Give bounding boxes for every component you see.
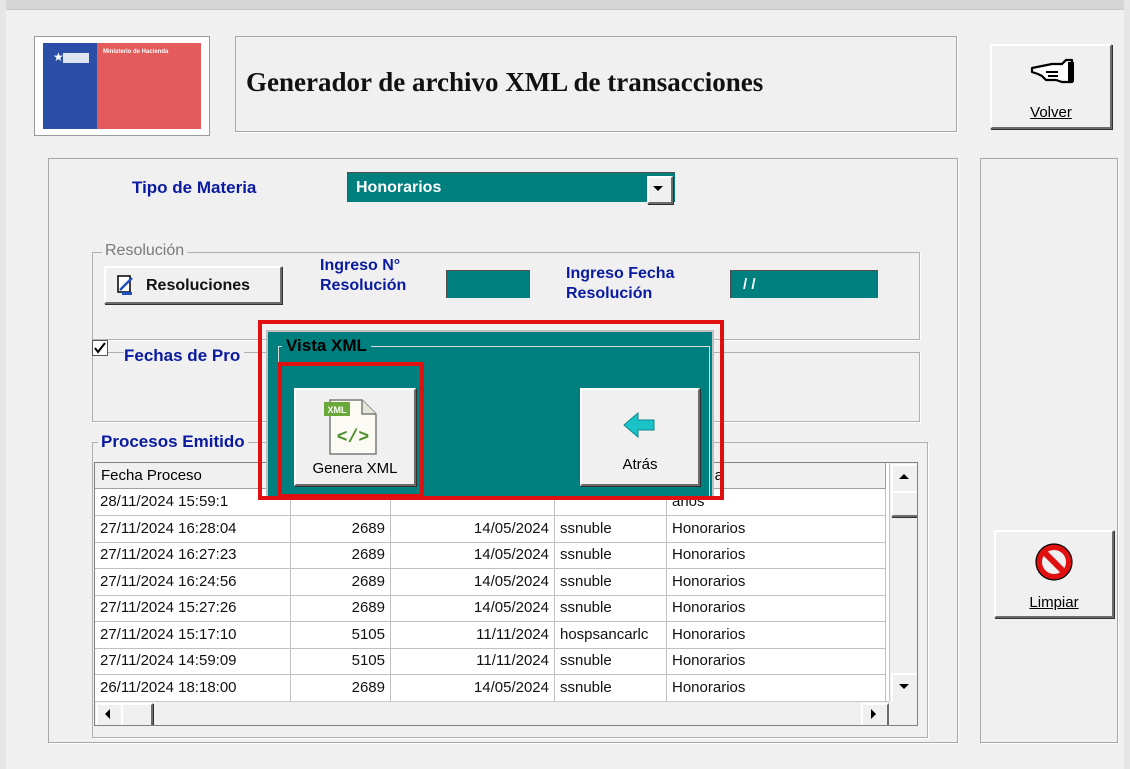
ingreso-numero-label-line1: Ingreso N° (320, 257, 401, 274)
cell-usuario: hospsancarlc (555, 621, 667, 649)
cell-fecha-proceso: 27/11/2024 14:59:09 (95, 648, 291, 675)
tipo-materia-value: Honorarios (356, 179, 442, 196)
cell-fecha-resolucion: 11/11/2024 (391, 648, 555, 675)
side-panel (980, 158, 1118, 743)
procesos-table[interactable]: Fecha Proceso Materia 28/11/2024 15:59:1… (94, 462, 918, 726)
cell-materia: Honorarios (667, 568, 886, 596)
cell-numero: 2689 (291, 568, 391, 596)
arrow-right-small-icon (871, 709, 876, 719)
scroll-down-button[interactable] (891, 673, 917, 703)
scroll-up-button[interactable] (891, 464, 917, 494)
scroll-thumb[interactable] (891, 491, 917, 517)
check-icon (94, 342, 106, 354)
tipo-materia-label: Tipo de Materia (132, 178, 257, 197)
cell-materia: Honorarios (667, 648, 886, 675)
cell-usuario: ssnuble (555, 674, 667, 702)
cell-materia: Honorarios (667, 621, 886, 649)
cell-usuario: ssnuble (555, 595, 667, 622)
highlight-genera-button (278, 362, 424, 498)
logo: ★ Ministerio de Hacienda (43, 43, 201, 129)
ingreso-fecha-label-line1: Ingreso Fecha (566, 265, 675, 282)
ingreso-numero-field[interactable] (446, 270, 530, 298)
cell-usuario: ssnuble (555, 568, 667, 596)
pointing-hand-icon (1028, 54, 1078, 88)
arrow-left-small-icon (105, 709, 110, 719)
scroll-left-button[interactable] (96, 703, 124, 725)
cell-numero: 5105 (291, 621, 391, 649)
cell-fecha-proceso: 27/11/2024 15:27:26 (95, 595, 291, 622)
ingreso-numero-label: Ingreso N° Resolución (320, 256, 406, 296)
cell-fecha-resolucion: 14/05/2024 (391, 515, 555, 543)
horizontal-scrollbar[interactable] (95, 701, 889, 725)
back-button-label: Volver (1030, 104, 1072, 121)
page-title: Generador de archivo XML de transaccione… (246, 67, 764, 97)
resolucion-group-label: Resolución (102, 242, 188, 260)
table-row[interactable]: 27/11/2024 16:24:56 2689 14/05/2024 ssnuble… (95, 568, 886, 596)
ingreso-fecha-field[interactable]: / / (730, 270, 878, 298)
cell-usuario: ssnuble (555, 542, 667, 569)
cell-materia: Honorarios (667, 595, 886, 622)
table-row[interactable]: 26/11/2024 18:18:00 2689 14/05/2024 ssnuble… (95, 674, 886, 702)
ingreso-fecha-value: / / (743, 276, 756, 293)
scroll-right-button[interactable] (861, 703, 889, 725)
clear-button-label: Limpiar (1029, 594, 1079, 611)
document-icon (116, 274, 136, 296)
title-box: Generador de archivo XML de transaccione… (235, 36, 957, 132)
ingreso-fecha-label-line2: Resolución (566, 285, 653, 302)
resoluciones-button[interactable]: Resoluciones (104, 266, 282, 304)
cell-numero: 2689 (291, 674, 391, 702)
window-top-edge (0, 0, 1130, 10)
logo-text: Ministerio de Hacienda (103, 49, 169, 55)
cell-fecha-proceso: 27/11/2024 15:17:10 (95, 621, 291, 649)
cell-fecha-proceso: 27/11/2024 16:28:04 (95, 515, 291, 543)
fechas-checkbox-label: Fechas de Pro (124, 346, 245, 366)
cell-fecha-resolucion: 14/05/2024 (391, 674, 555, 702)
cell-usuario: ssnuble (555, 515, 667, 543)
cell-materia: Honorarios (667, 674, 886, 702)
resoluciones-button-label: Resoluciones (146, 277, 251, 294)
back-button[interactable]: Volver (990, 44, 1112, 129)
cell-fecha-resolucion: 14/05/2024 (391, 568, 555, 596)
table-row[interactable]: 27/11/2024 15:17:10 5105 11/11/2024 hospsan… (95, 621, 886, 649)
ingreso-numero-label-line2: Resolución (320, 277, 407, 294)
cell-usuario: ssnuble (555, 648, 667, 675)
table-row[interactable]: 27/11/2024 16:28:04 2689 14/05/2024 ssnuble… (95, 515, 886, 543)
cell-fecha-resolucion: 11/11/2024 (391, 621, 555, 649)
scroll-corner (889, 701, 917, 725)
arrow-up-icon (899, 474, 909, 479)
prohibited-icon (1034, 542, 1074, 582)
arrow-down-icon (899, 684, 909, 689)
cell-materia: Honorarios (667, 515, 886, 543)
table-row[interactable]: 27/11/2024 15:27:26 2689 14/05/2024 ssnuble… (95, 595, 886, 622)
vertical-scrollbar[interactable] (889, 463, 917, 703)
cell-fecha-resolucion: 14/05/2024 (391, 542, 555, 569)
ingreso-fecha-label: Ingreso Fecha Resolución (566, 264, 674, 304)
table-row[interactable]: 27/11/2024 16:27:23 2689 14/05/2024 ssnuble… (95, 542, 886, 569)
logo-frame: ★ Ministerio de Hacienda (34, 36, 210, 136)
clear-button[interactable]: Limpiar (994, 530, 1114, 618)
cell-fecha-proceso: 26/11/2024 18:18:00 (95, 674, 291, 702)
chevron-down-icon[interactable] (647, 176, 673, 204)
window-left-edge (0, 0, 6, 769)
cell-numero: 2689 (291, 542, 391, 569)
tipo-materia-select[interactable]: Honorarios (347, 172, 675, 204)
cell-materia: Honorarios (667, 542, 886, 569)
cell-numero: 2689 (291, 515, 391, 543)
cell-numero: 5105 (291, 648, 391, 675)
procesos-group-label: Procesos Emitido (98, 432, 248, 452)
cell-fecha-proceso: 27/11/2024 16:24:56 (95, 568, 291, 596)
fechas-checkbox[interactable] (92, 340, 108, 356)
cell-fecha-proceso: 27/11/2024 16:27:23 (95, 542, 291, 569)
h-scroll-thumb[interactable] (121, 703, 153, 725)
cell-fecha-resolucion: 14/05/2024 (391, 595, 555, 622)
window-right-edge (1124, 0, 1130, 769)
table-row[interactable]: 27/11/2024 14:59:09 5105 11/11/2024 ssnuble… (95, 648, 886, 675)
cell-numero: 2689 (291, 595, 391, 622)
